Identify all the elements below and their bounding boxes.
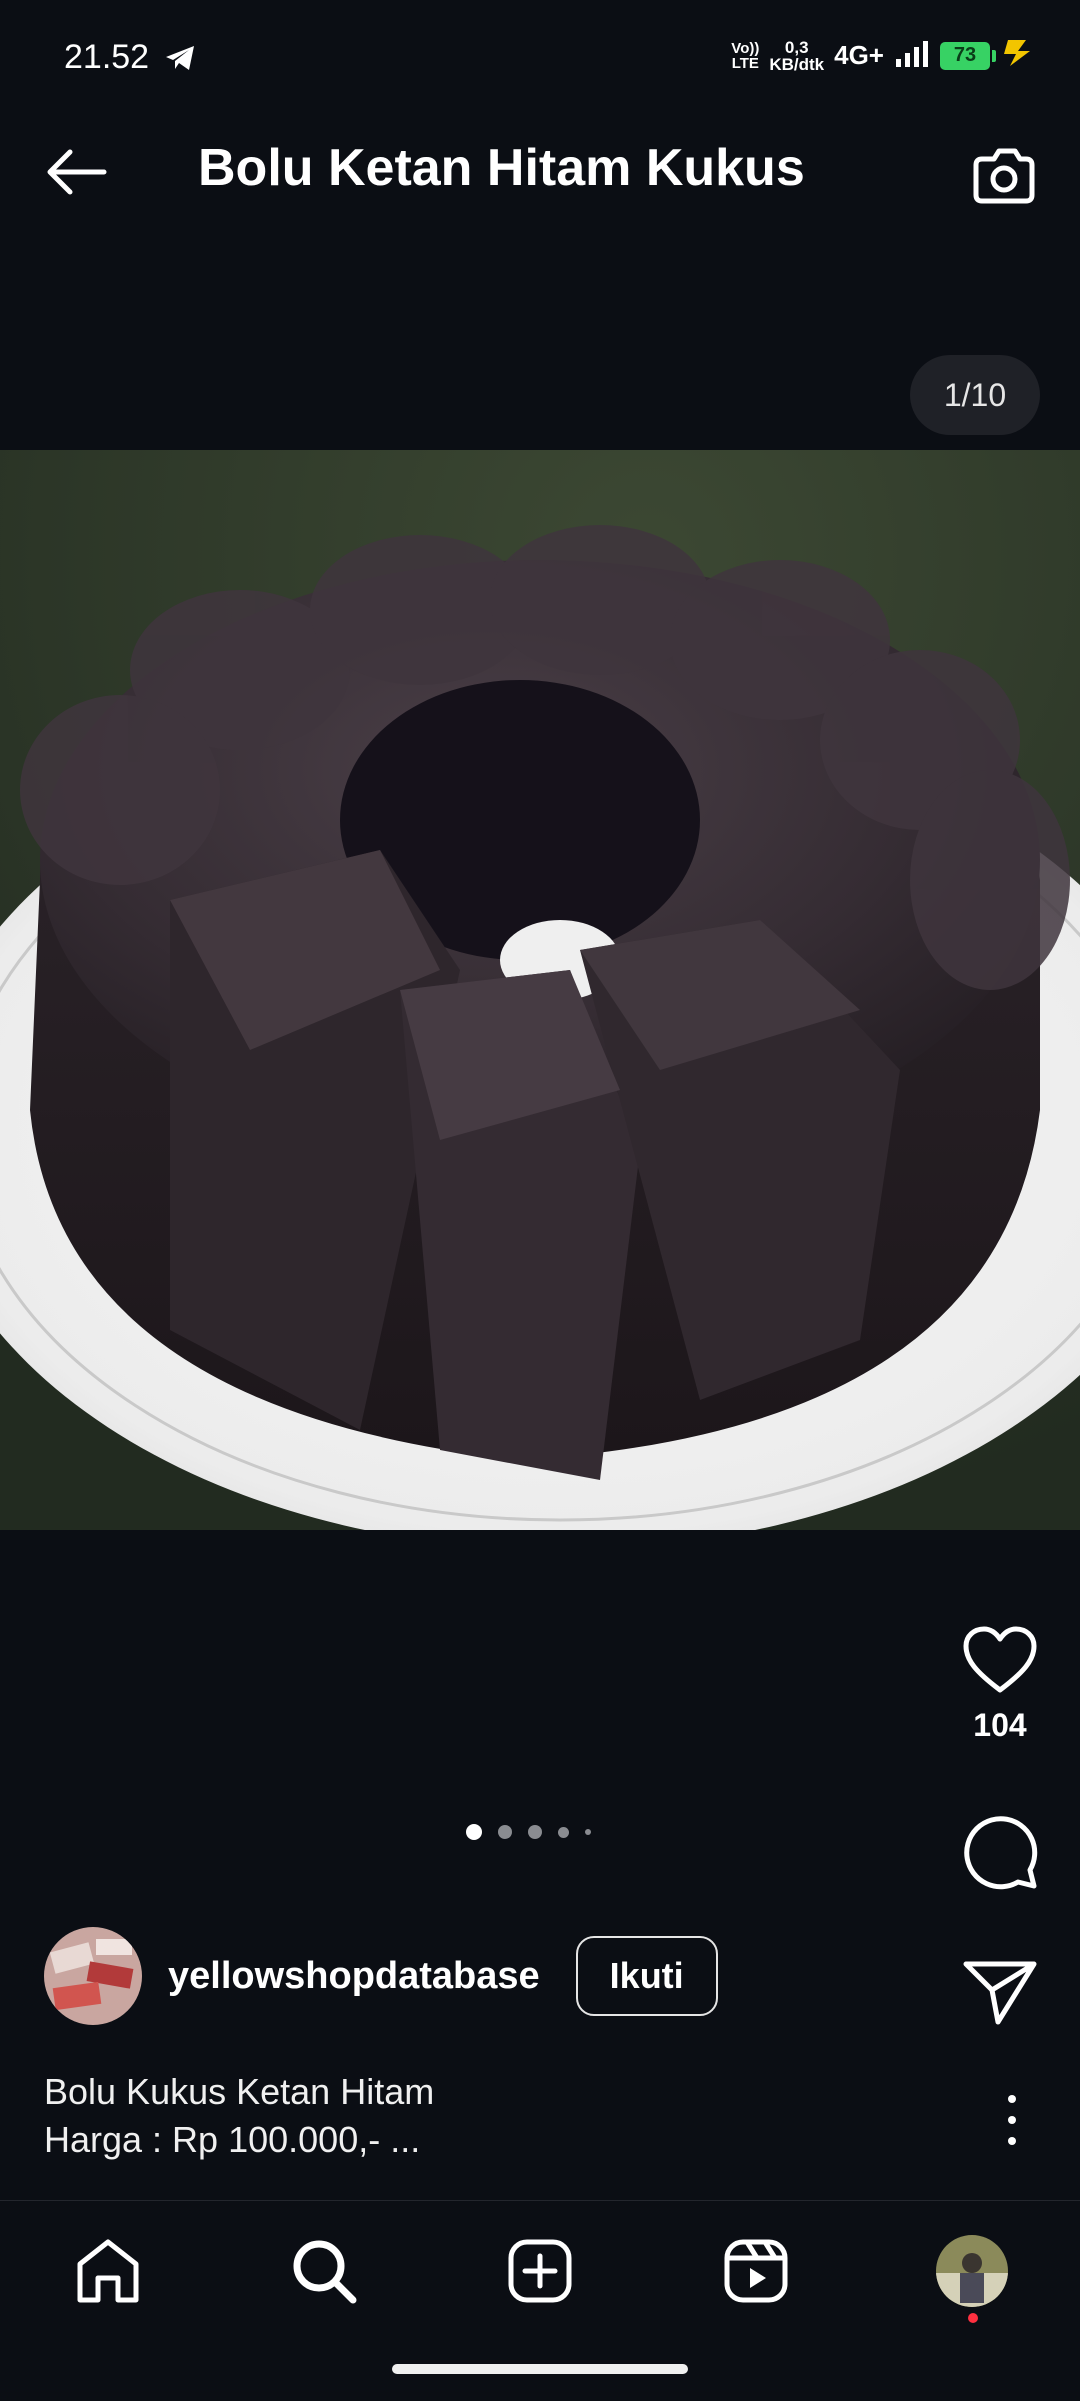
reels-icon (724, 2239, 788, 2303)
back-button[interactable] (40, 142, 112, 202)
volte-indicator: Vo)) LTE (731, 39, 760, 72)
status-bar: 21.52 Vo)) LTE 0,3 KB/dtk 4G+ 73 (0, 0, 1080, 92)
like-action: 104 (950, 1626, 1050, 1744)
author-row: yellowshopdatabase Ikuti (44, 1926, 718, 2026)
status-time: 21.52 (64, 38, 150, 76)
profile-avatar (936, 2235, 1008, 2307)
follow-button[interactable]: Ikuti (575, 1936, 718, 2016)
like-count[interactable]: 104 (973, 1707, 1026, 1744)
top-header: Bolu Ketan Hitam Kukus (0, 92, 1080, 252)
arrow-left-icon (47, 149, 107, 195)
nav-reels[interactable] (716, 2231, 796, 2311)
media-counter: 1/10 (910, 355, 1040, 435)
battery-indicator: 73 (940, 41, 996, 70)
carousel-pager (466, 1824, 591, 1840)
signal-icon (894, 39, 930, 72)
nav-profile[interactable] (932, 2231, 1012, 2311)
network-type: 4G+ (834, 40, 884, 70)
pager-dot (585, 1829, 591, 1835)
like-button[interactable] (962, 1626, 1038, 1699)
home-indicator[interactable] (392, 2364, 688, 2374)
page-title: Bolu Ketan Hitam Kukus (198, 139, 805, 197)
search-icon (293, 2240, 357, 2304)
caption-line: Bolu Kukus Ketan Hitam (44, 2071, 435, 2112)
nav-create[interactable] (500, 2231, 580, 2311)
pager-dot (528, 1825, 542, 1839)
nav-search[interactable] (284, 2231, 364, 2311)
status-indicators: Vo)) LTE 0,3 KB/dtk 4G+ 73 (731, 38, 1040, 73)
network-speed: 0,3 KB/dtk (769, 37, 825, 74)
telegram-icon (164, 44, 196, 77)
notification-dot (968, 2313, 978, 2323)
post-photo[interactable] (0, 450, 1080, 1530)
camera-icon (973, 148, 1035, 204)
home-icon (77, 2239, 139, 2303)
create-icon (508, 2239, 572, 2303)
charging-icon (1000, 38, 1040, 73)
comment-button[interactable] (950, 1814, 1050, 1890)
share-icon (963, 1961, 1037, 2025)
nav-home[interactable] (68, 2231, 148, 2311)
camera-button[interactable] (968, 142, 1040, 208)
author-username[interactable]: yellowshopdatabase (168, 1955, 540, 1998)
heart-icon (963, 1626, 1037, 1693)
caption-line: Harga : Rp 100.000,- ... (44, 2119, 421, 2160)
share-button[interactable] (950, 1960, 1050, 2026)
more-dots-icon (1008, 2095, 1016, 2103)
more-options-button[interactable] (1002, 2095, 1022, 2145)
pager-dot-active (466, 1824, 482, 1840)
post-caption[interactable]: Bolu Kukus Ketan Hitam Harga : Rp 100.00… (44, 2068, 434, 2164)
pager-dot (558, 1826, 569, 1838)
comment-icon (964, 1816, 1038, 1890)
author-avatar[interactable] (44, 1927, 142, 2025)
pager-dot (498, 1825, 512, 1839)
